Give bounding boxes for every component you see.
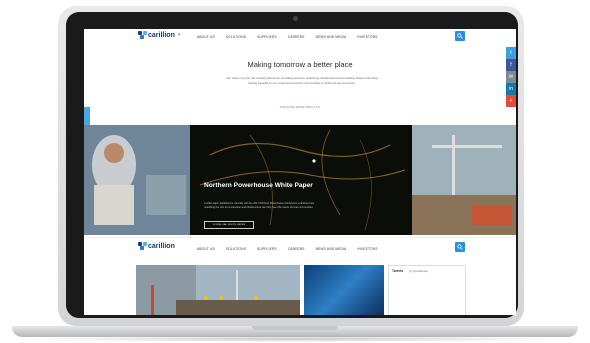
intro-link[interactable]: DISCOVER MORE ABOUT US	[84, 106, 516, 109]
nav-link-solutions[interactable]: SOLUTIONS	[226, 247, 246, 251]
top-nav: carillion ▾ ABOUT US SOLUTIONS SUPPLIERS…	[84, 29, 516, 47]
search-button[interactable]	[455, 31, 465, 41]
nav-link-careers[interactable]: CAREERS	[288, 247, 305, 251]
construction-photo	[412, 125, 516, 235]
nav-links-secondary: ABOUT US SOLUTIONS SUPPLIERS CAREERS NEW…	[197, 247, 378, 251]
twitter-icon[interactable]: t	[506, 47, 516, 59]
hero-slide-main[interactable]: Northern Powerhouse White Paper A white …	[190, 125, 412, 235]
logo-icon	[138, 31, 147, 39]
camera-icon	[293, 16, 298, 21]
nav-link-suppliers[interactable]: SUPPLIERS	[257, 247, 277, 251]
nav-link-news-and-media[interactable]: NEWS AND MEDIA	[316, 247, 347, 251]
hero-image-right[interactable]	[412, 125, 516, 235]
search-icon	[457, 244, 463, 250]
nav-link-about-us[interactable]: ABOUT US	[197, 35, 215, 39]
email-icon[interactable]: ✉	[506, 71, 516, 83]
logo-secondary[interactable]: carillion	[138, 242, 175, 250]
hero-image-left[interactable]	[84, 125, 190, 235]
logo-icon	[138, 242, 147, 250]
laptop-notch	[252, 326, 338, 330]
logo[interactable]: carillion ▾	[138, 31, 180, 39]
news-image-construction[interactable]	[136, 265, 300, 315]
social-share-bar: t f ✉ in +	[506, 47, 516, 107]
nav-link-about-us[interactable]: ABOUT US	[197, 247, 215, 251]
child-photo	[84, 125, 190, 235]
news-image-cables[interactable]	[304, 265, 384, 315]
laptop-shadow	[18, 336, 572, 342]
tweets-heading: Tweets	[392, 269, 404, 273]
twitter-feed: Tweets by @Carillionplc	[388, 265, 466, 315]
chevron-down-icon: ▾	[177, 32, 181, 38]
download-white-paper-button[interactable]: DOWNLOAD WHITE PAPER	[204, 221, 254, 229]
nav-link-suppliers[interactable]: SUPPLIERS	[257, 35, 277, 39]
nav-link-investors[interactable]: INVESTORS	[357, 247, 377, 251]
nav-link-solutions[interactable]: SOLUTIONS	[226, 35, 246, 39]
search-button[interactable]	[455, 242, 465, 252]
secondary-nav: carillion ABOUT US SOLUTIONS SUPPLIERS C…	[84, 237, 516, 258]
intro-body: Our vision is to be the trusted partner …	[226, 76, 378, 85]
logo-text: carillion	[148, 31, 175, 39]
nav-link-investors[interactable]: INVESTORS	[357, 35, 377, 39]
tweets-by[interactable]: by @Carillionplc	[409, 270, 428, 273]
intro-title: Making tomorrow a better place	[247, 60, 353, 69]
nav-link-news-and-media[interactable]: NEWS AND MEDIA	[316, 35, 347, 39]
hero-title: Northern Powerhouse White Paper	[204, 182, 313, 189]
search-icon	[457, 33, 463, 39]
logo-text: carillion	[148, 242, 175, 250]
linkedin-icon[interactable]: in	[506, 83, 516, 95]
nav-link-careers[interactable]: CAREERS	[288, 35, 305, 39]
hero-body: A white paper published to coincide with…	[204, 202, 315, 209]
nav-links: ABOUT US SOLUTIONS SUPPLIERS CAREERS NEW…	[197, 35, 378, 39]
workers-photo	[136, 265, 300, 315]
city-lights-image	[199, 129, 406, 231]
website-screen: carillion ▾ ABOUT US SOLUTIONS SUPPLIERS…	[84, 29, 516, 315]
